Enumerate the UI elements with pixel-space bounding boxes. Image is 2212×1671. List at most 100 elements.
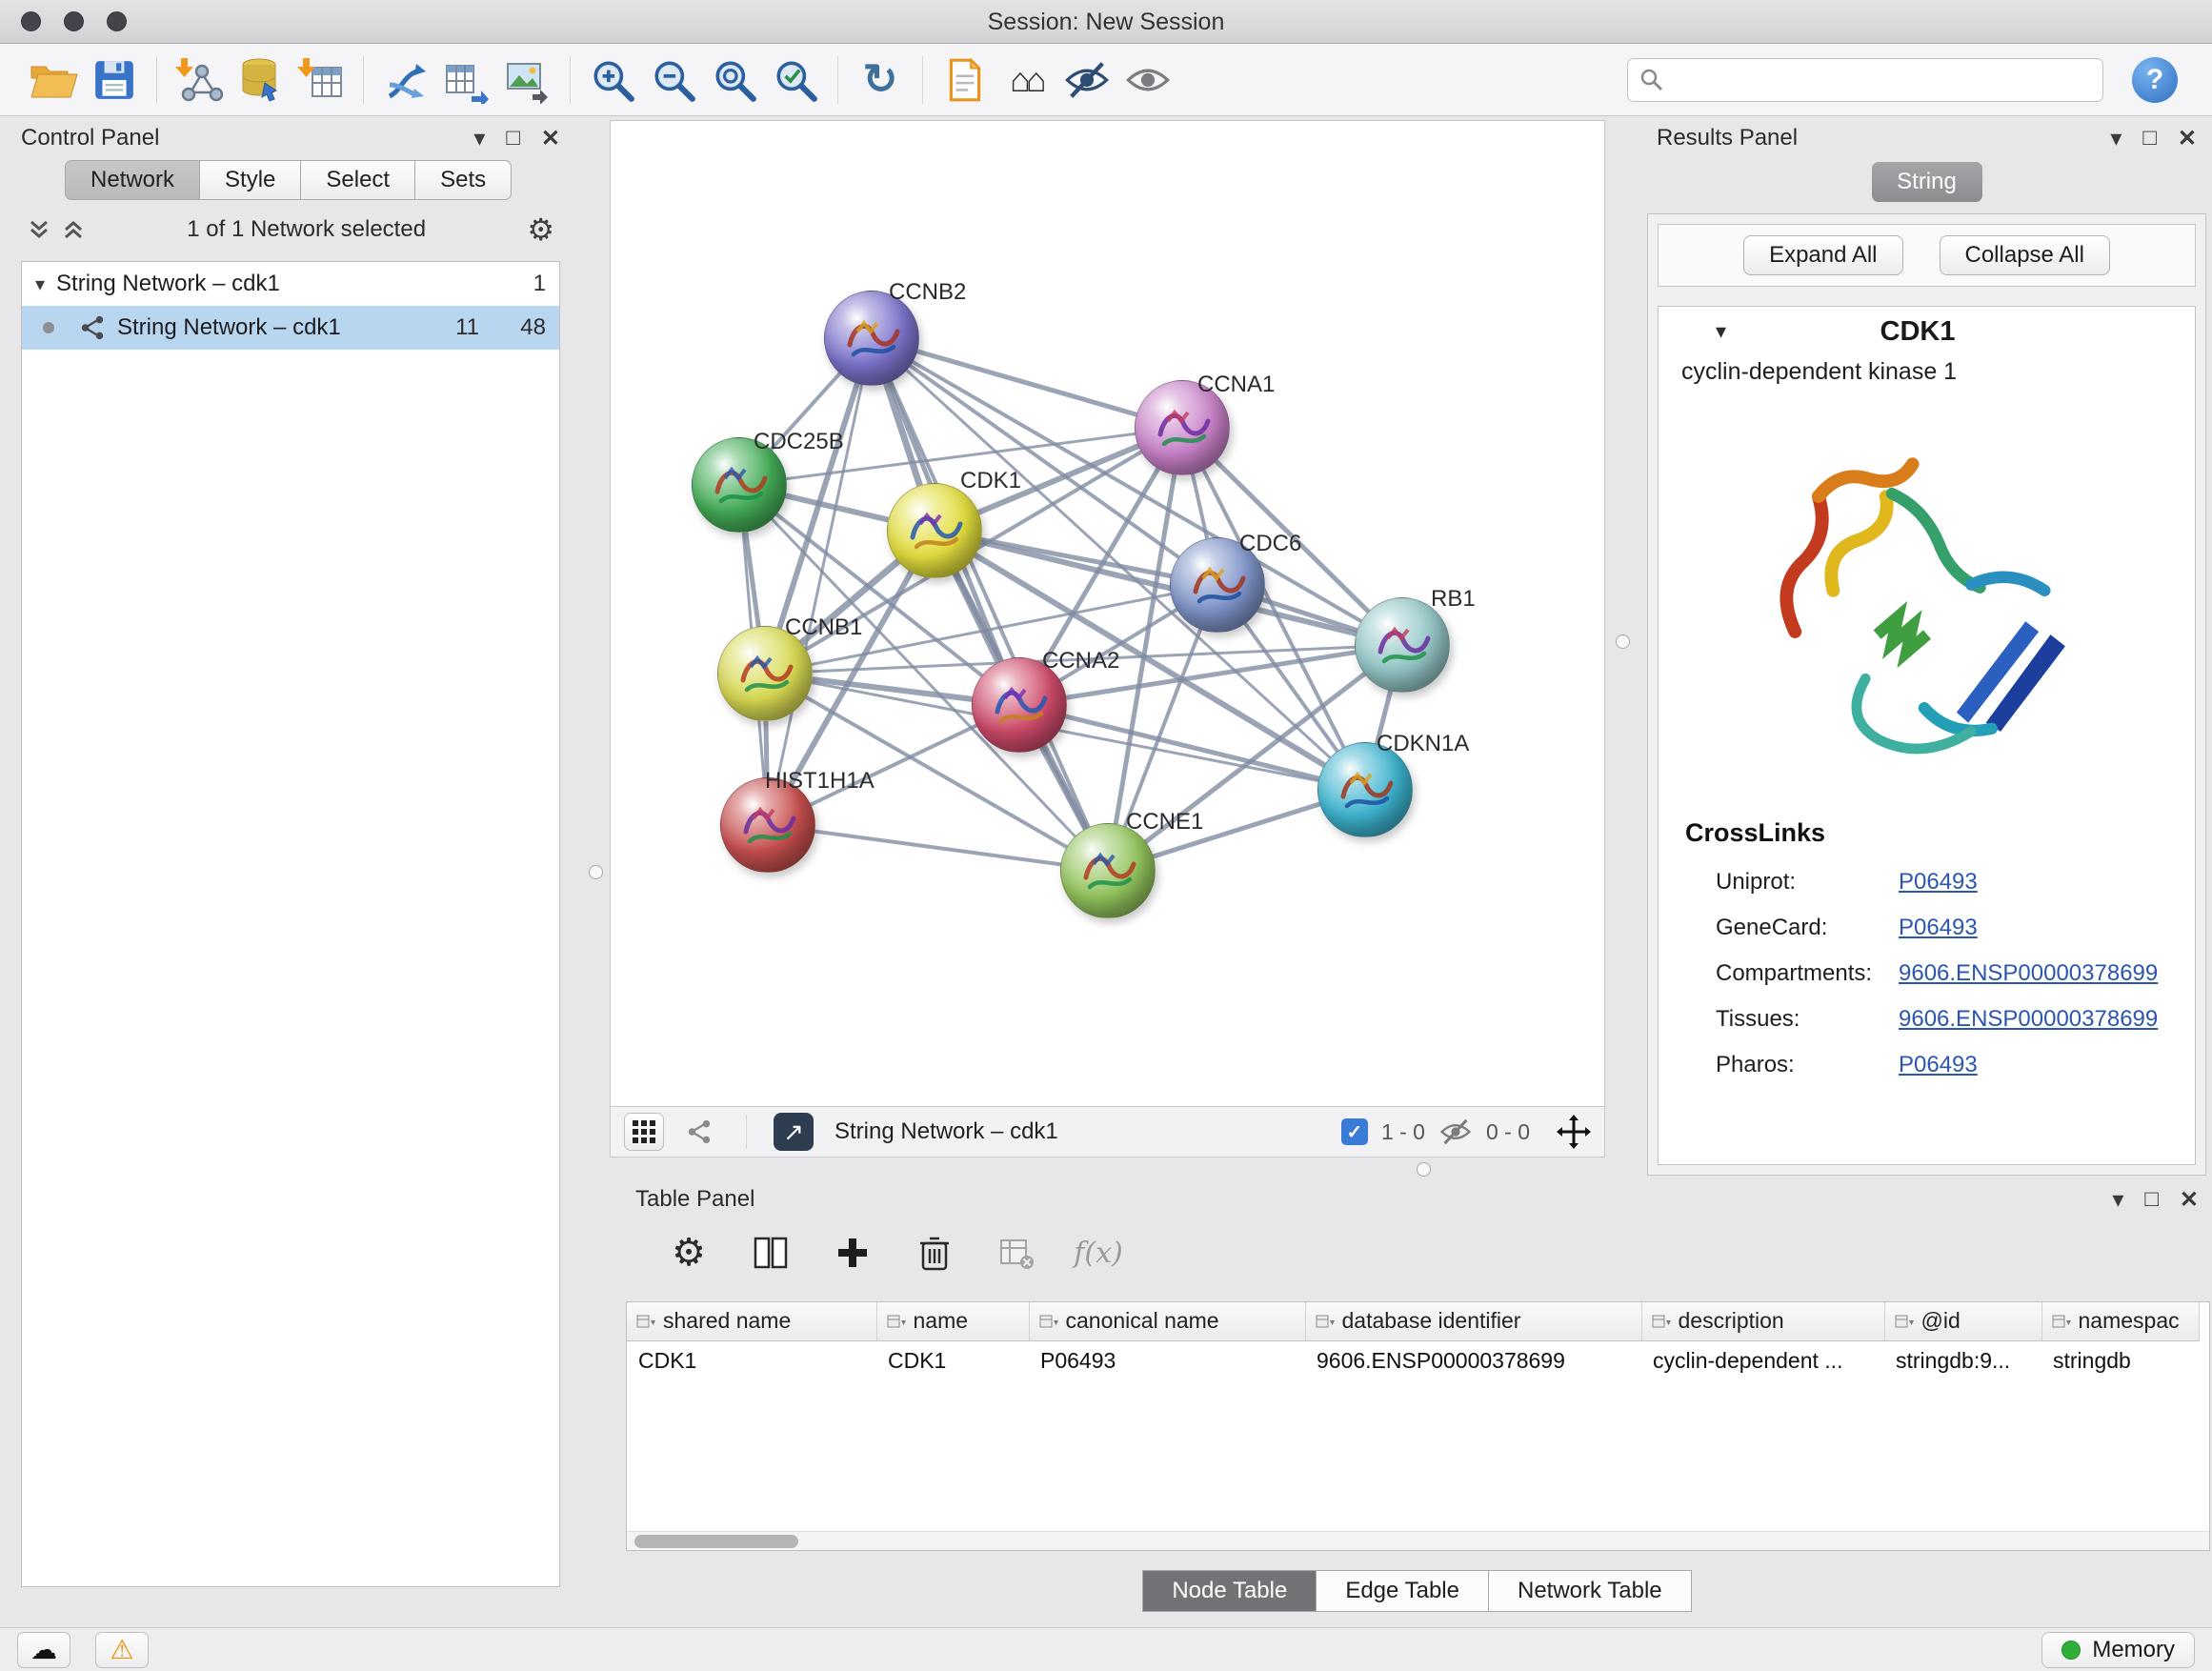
cell-id[interactable]: stringdb:9...: [1884, 1340, 2041, 1380]
collapse-panel-icon[interactable]: ▾: [2112, 1186, 2123, 1214]
selected-checkbox[interactable]: ✓: [1341, 1118, 1368, 1145]
search-input[interactable]: [1674, 67, 2091, 93]
tab-node-table[interactable]: Node Table: [1142, 1570, 1317, 1612]
collapse-all-button[interactable]: Collapse All: [1940, 235, 2110, 275]
table-settings-button[interactable]: ⚙: [664, 1228, 714, 1278]
tab-style[interactable]: Style: [200, 160, 301, 200]
cell-canonical-name[interactable]: P06493: [1029, 1340, 1305, 1380]
network-node-CDK1[interactable]: [887, 483, 982, 578]
zoom-selected-button[interactable]: [765, 50, 826, 110]
scrollbar-thumb[interactable]: [634, 1535, 798, 1548]
home-button[interactable]: ⌂⌂: [995, 50, 1056, 110]
zoom-in-button[interactable]: [582, 50, 643, 110]
column-header-namespace[interactable]: namespac: [2041, 1302, 2199, 1340]
tree-expand-icon[interactable]: ▾: [35, 272, 45, 296]
import-network-file-button[interactable]: [169, 50, 230, 110]
cell-name[interactable]: CDK1: [876, 1340, 1029, 1380]
maximize-panel-icon[interactable]: □: [506, 125, 520, 151]
network-node-CCNE1[interactable]: [1060, 823, 1156, 918]
splitter-grip-left[interactable]: [589, 865, 603, 879]
import-network-database-button[interactable]: [230, 50, 291, 110]
close-panel-icon[interactable]: ✕: [2180, 1186, 2199, 1214]
apply-layout-button[interactable]: ↻: [850, 50, 911, 110]
network-from-selection-button[interactable]: [375, 50, 436, 110]
node-count: 11: [424, 314, 479, 341]
annotations-button[interactable]: [935, 50, 995, 110]
column-type-icon: [1895, 1312, 1914, 1331]
network-collection-row[interactable]: ▾ String Network – cdk1 1: [22, 262, 559, 306]
collapse-panel-icon[interactable]: ▾: [473, 125, 485, 152]
crosslink-link[interactable]: P06493: [1899, 915, 1978, 941]
titlebar: Session: New Session: [0, 0, 2212, 44]
hide-selected-button[interactable]: [1056, 50, 1117, 110]
export-image-button[interactable]: [497, 50, 558, 110]
column-header-id[interactable]: @id: [1884, 1302, 2041, 1340]
memory-label: Memory: [2092, 1637, 2175, 1663]
save-session-button[interactable]: [84, 50, 145, 110]
tab-select[interactable]: Select: [301, 160, 415, 200]
splitter-grip-horizontal[interactable]: [1417, 1162, 1431, 1177]
warnings-button[interactable]: ⚠: [95, 1632, 149, 1668]
collapse-panel-icon[interactable]: ▾: [2110, 125, 2122, 152]
collapse-gene-icon[interactable]: ▾: [1716, 319, 1726, 344]
expand-all-icon[interactable]: [27, 217, 51, 242]
export-network-button[interactable]: [436, 50, 497, 110]
import-table-button[interactable]: [291, 50, 352, 110]
horizontal-scrollbar[interactable]: [627, 1531, 2209, 1550]
node-label-CCNA2: CCNA2: [1042, 648, 1119, 674]
grid-icon: [632, 1119, 656, 1144]
cell-description[interactable]: cyclin-dependent ...: [1641, 1340, 1884, 1380]
window-minimize-button[interactable]: [64, 11, 84, 31]
show-all-button[interactable]: [1117, 50, 1178, 110]
tab-network[interactable]: Network: [65, 160, 200, 200]
column-header-database-identifier[interactable]: database identifier: [1305, 1302, 1641, 1340]
network-canvas[interactable]: CCNB2 CCNA1 CDC25B CDK1 CDC6 RB1 CCNB1 C…: [610, 120, 1605, 1107]
cell-namespace[interactable]: stringdb: [2041, 1340, 2199, 1380]
maximize-panel-icon[interactable]: □: [2142, 125, 2157, 151]
tab-edge-table[interactable]: Edge Table: [1317, 1570, 1489, 1612]
open-in-window-button[interactable]: ↗: [774, 1113, 814, 1151]
zoom-fit-button[interactable]: [704, 50, 765, 110]
tab-string[interactable]: String: [1872, 162, 1982, 202]
cloud-status-button[interactable]: ☁: [17, 1632, 70, 1668]
crosslink-link[interactable]: 9606.ENSP00000378699: [1899, 960, 2158, 987]
close-panel-icon[interactable]: ✕: [2178, 125, 2197, 152]
show-columns-button[interactable]: [746, 1228, 795, 1278]
close-panel-icon[interactable]: ✕: [541, 125, 560, 152]
network-options-gear-icon[interactable]: ⚙: [527, 211, 554, 248]
document-icon: [943, 56, 987, 104]
column-header-canonical-name[interactable]: canonical name: [1029, 1302, 1305, 1340]
tab-sets[interactable]: Sets: [415, 160, 512, 200]
column-header-description[interactable]: description: [1641, 1302, 1884, 1340]
window-close-button[interactable]: [21, 11, 41, 31]
network-row-selected[interactable]: String Network – cdk1 11 48: [22, 306, 559, 350]
memory-button[interactable]: Memory: [2041, 1632, 2195, 1668]
birds-eye-grid-button[interactable]: [624, 1113, 664, 1151]
column-header-shared-name[interactable]: shared name: [627, 1302, 876, 1340]
crosslink-row: Compartments: 9606.ENSP00000378699: [1659, 951, 2195, 997]
clear-table-button: [992, 1228, 1041, 1278]
collapse-all-icon[interactable]: [61, 217, 86, 242]
crosslink-link[interactable]: P06493: [1899, 1052, 1978, 1078]
window-zoom-button[interactable]: [107, 11, 127, 31]
crosslink-label: Tissues:: [1716, 1006, 1899, 1033]
help-button[interactable]: ?: [2132, 57, 2178, 103]
column-type-icon: [636, 1312, 655, 1331]
open-session-button[interactable]: [23, 50, 84, 110]
cell-database-identifier[interactable]: 9606.ENSP00000378699: [1305, 1340, 1641, 1380]
cell-shared-name[interactable]: CDK1: [627, 1340, 876, 1380]
zoom-out-button[interactable]: [643, 50, 704, 110]
tab-network-table[interactable]: Network Table: [1489, 1570, 1692, 1612]
control-panel: Control Panel ▾ □ ✕ Network Style Select…: [10, 120, 572, 1612]
expand-all-button[interactable]: Expand All: [1743, 235, 1902, 275]
delete-column-button[interactable]: [910, 1228, 959, 1278]
column-header-name[interactable]: name: [876, 1302, 1029, 1340]
splitter-grip-right[interactable]: [1616, 634, 1630, 649]
table-row[interactable]: CDK1 CDK1 P06493 9606.ENSP00000378699 cy…: [627, 1340, 2199, 1380]
crosslink-link[interactable]: 9606.ENSP00000378699: [1899, 1006, 2158, 1033]
network-style-button[interactable]: [679, 1113, 719, 1151]
maximize-panel-icon[interactable]: □: [2144, 1186, 2159, 1213]
crosslink-link[interactable]: P06493: [1899, 869, 1978, 896]
add-column-button[interactable]: [828, 1228, 877, 1278]
pan-crosshair-icon[interactable]: [1557, 1115, 1591, 1149]
